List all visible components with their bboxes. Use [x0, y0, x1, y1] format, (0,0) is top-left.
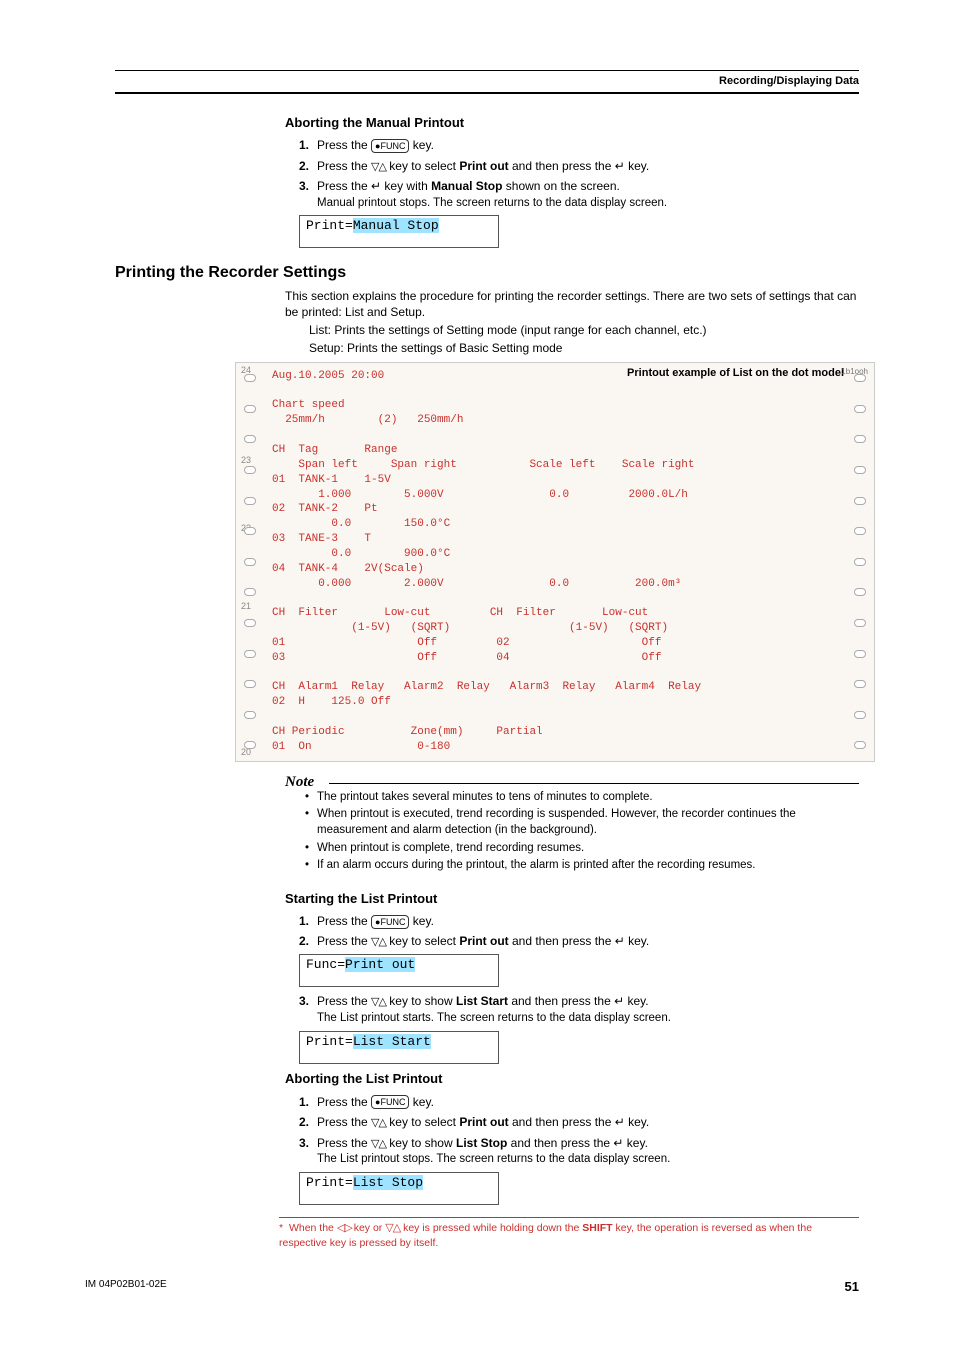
text: key or — [351, 1222, 385, 1234]
heading-abort-list: Aborting the List Printout — [285, 1070, 859, 1088]
note-heading: Note — [285, 772, 320, 792]
lcd-value: List Start — [353, 1034, 431, 1049]
lcd-prefix: Print= — [306, 1175, 353, 1190]
text-bold: List Stop — [456, 1136, 507, 1150]
note-item: When printout is complete, trend recordi… — [305, 841, 859, 857]
text-bold: SHIFT — [582, 1222, 612, 1234]
text: key to select — [386, 934, 459, 948]
text: and then press the — [509, 934, 615, 948]
text: key to show — [386, 994, 456, 1008]
updown-key-icon: ▽△ — [371, 1117, 386, 1129]
text: key to select — [386, 1115, 459, 1129]
printout-caption: Printout example of List on the dot mode… — [627, 367, 844, 381]
text: key. — [623, 1136, 647, 1150]
footnote: * When the ◁ ▷ key or ▽△ key is pressed … — [279, 1217, 859, 1250]
text-bold: Print out — [459, 1115, 508, 1129]
updown-key-icon: ▽△ — [385, 1222, 400, 1234]
text-bold: Manual Stop — [431, 179, 502, 193]
text: and then press the — [507, 1136, 613, 1150]
text: Press the — [317, 138, 371, 152]
page-footer: IM 04P02B01-02E 51 — [85, 1278, 859, 1296]
text: key. — [625, 1115, 649, 1129]
printout-listing: Aug.10.2005 20:00 Chart speed 25mm/h (2)… — [272, 369, 846, 755]
steps-abort-manual: 1. Press the ●FUNC key. 2. Press the ▽△ … — [285, 137, 859, 211]
text: When the — [289, 1222, 337, 1234]
text: key is pressed while holding down the — [400, 1222, 582, 1234]
heading-abort-manual: Aborting the Manual Printout — [285, 114, 859, 132]
text: Press the — [317, 1115, 371, 1129]
doc-id: IM 04P02B01-02E — [85, 1278, 167, 1296]
note-block: Note The printout takes several minutes … — [285, 772, 859, 874]
text-sub: Manual printout stops. The screen return… — [317, 196, 859, 212]
updown-key-icon: ▽△ — [371, 161, 386, 173]
text: key. — [625, 934, 649, 948]
text-sub: The List printout starts. The screen ret… — [317, 1011, 859, 1027]
paragraph: Setup: Prints the settings of Basic Sett… — [309, 340, 859, 356]
text: key. — [625, 159, 649, 173]
leftright-key-icon: ◁ ▷ — [337, 1222, 351, 1234]
lcd-prefix: Print= — [306, 1034, 353, 1049]
heading-print-settings: Printing the Recorder Settings — [115, 262, 859, 284]
text: Press the — [317, 179, 371, 193]
text: Press the — [317, 994, 371, 1008]
text: Press the — [317, 1095, 371, 1109]
steps-abort-list: 1. Press the ●FUNC key. 2. Press the ▽△ … — [285, 1094, 859, 1168]
text: key to select — [386, 159, 459, 173]
text: key with — [381, 179, 431, 193]
printout-sample: 24 23 22 21 20 Printout example of List … — [235, 362, 875, 762]
lcd-screen: Print=List Start — [299, 1031, 499, 1064]
enter-key-icon: ↵ — [371, 179, 381, 193]
text: key. — [409, 914, 433, 928]
enter-key-icon: ↵ — [614, 994, 624, 1008]
text: Press the — [317, 159, 371, 173]
enter-key-icon: ↵ — [615, 1115, 625, 1129]
lcd-prefix: Print= — [306, 218, 353, 233]
lcd-screen: Print=Manual Stop — [299, 215, 499, 248]
text: key. — [409, 138, 433, 152]
text: and then press the — [509, 1115, 615, 1129]
text-bold: Print out — [459, 934, 508, 948]
text: key. — [624, 994, 648, 1008]
heading-start-list: Starting the List Printout — [285, 890, 859, 908]
note-item: The printout takes several minutes to te… — [305, 790, 859, 806]
steps-start-list: 1. Press the ●FUNC key. 2. Press the ▽△ … — [285, 913, 859, 950]
page-number: 51 — [845, 1278, 859, 1296]
text: key to show — [386, 1136, 456, 1150]
paragraph: List: Prints the settings of Setting mod… — [309, 322, 859, 338]
lcd-value: List Stop — [353, 1175, 423, 1190]
lcd-screen: Print=List Stop — [299, 1172, 499, 1205]
text: and then press the — [508, 994, 614, 1008]
updown-key-icon: ▽△ — [371, 936, 386, 948]
text: Press the — [317, 934, 371, 948]
steps-start-list-cont: 3. Press the ▽△ key to show List Start a… — [285, 993, 859, 1026]
text: shown on the screen. — [502, 179, 619, 193]
enter-key-icon: ↵ — [613, 1136, 623, 1150]
text: and then press the — [509, 159, 615, 173]
lcd-screen: Func=Print out — [299, 954, 499, 987]
text-bold: List Start — [456, 994, 508, 1008]
text: Press the — [317, 914, 371, 928]
enter-key-icon: ↵ — [615, 934, 625, 948]
updown-key-icon: ▽△ — [371, 1138, 386, 1150]
text: Press the — [317, 1136, 371, 1150]
star: * — [279, 1222, 283, 1234]
model-chip: 1b1ooh — [841, 367, 868, 377]
paragraph: This section explains the procedure for … — [285, 288, 859, 320]
lcd-prefix: Func= — [306, 957, 345, 972]
func-key-icon: ●FUNC — [371, 139, 409, 153]
func-key-icon: ●FUNC — [371, 1095, 409, 1109]
enter-key-icon: ↵ — [615, 159, 625, 173]
text-bold: Print out — [459, 159, 508, 173]
text-sub: The List printout stops. The screen retu… — [317, 1152, 859, 1168]
page-header-section: Recording/Displaying Data — [115, 74, 859, 92]
func-key-icon: ●FUNC — [371, 915, 409, 929]
text: key. — [409, 1095, 433, 1109]
note-item: If an alarm occurs during the printout, … — [305, 858, 859, 874]
lcd-value: Manual Stop — [353, 218, 439, 233]
lcd-value: Print out — [345, 957, 415, 972]
updown-key-icon: ▽△ — [371, 996, 386, 1008]
note-item: When printout is executed, trend recordi… — [305, 807, 859, 838]
